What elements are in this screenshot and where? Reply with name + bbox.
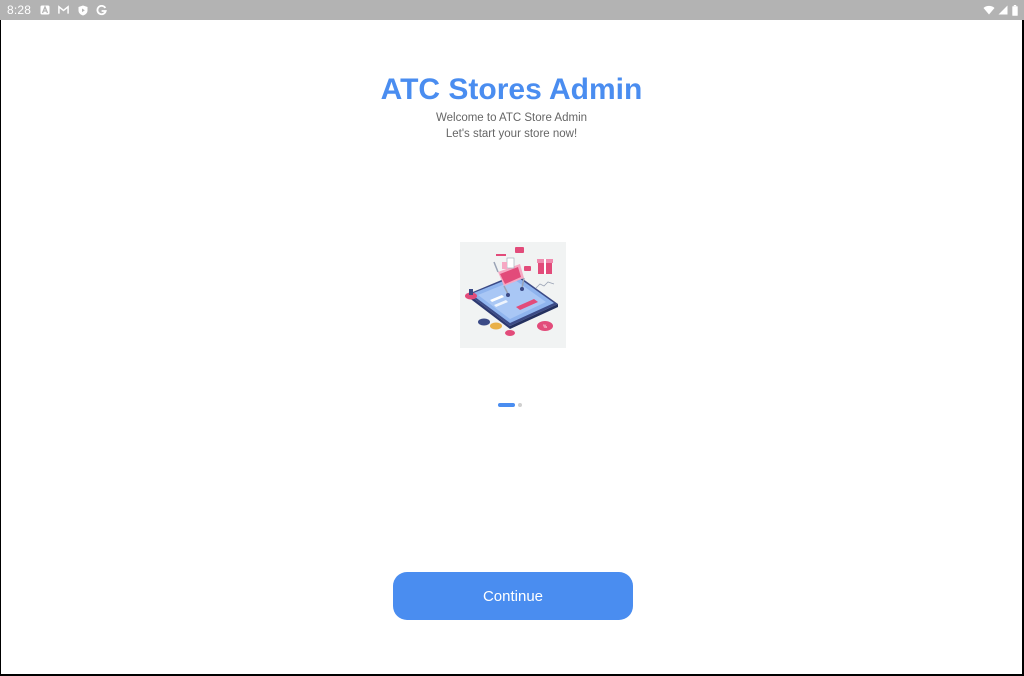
gmail-icon — [58, 5, 69, 16]
status-bar: 8:28 — [0, 0, 1024, 20]
google-g-icon — [96, 4, 108, 16]
status-bar-right — [983, 0, 1018, 20]
battery-icon — [1011, 4, 1018, 16]
status-bar-left: 8:28 — [7, 0, 108, 20]
onboarding-screen: ATC Stores Admin Welcome to ATC Store Ad… — [1, 20, 1022, 674]
continue-button[interactable]: Continue — [393, 572, 633, 620]
svg-text:%: % — [543, 324, 548, 330]
page-dot-active — [498, 403, 515, 407]
signal-icon — [998, 5, 1008, 16]
start-store-text: Let's start your store now! — [445, 128, 578, 140]
status-time: 8:28 — [7, 3, 32, 17]
shopping-cart-phone-illustration: % — [460, 242, 566, 348]
android-a-icon — [39, 5, 50, 16]
wifi-icon — [983, 5, 995, 16]
page-indicator — [498, 403, 522, 407]
page-dot — [518, 403, 522, 407]
app-title: ATC Stores Admin — [380, 73, 643, 106]
device-screen: 8:28 ATC Stores Admin Welcome to ATC Sto… — [0, 0, 1024, 676]
shield-play-icon — [77, 5, 88, 16]
welcome-text: Welcome to ATC Store Admin — [435, 112, 588, 124]
